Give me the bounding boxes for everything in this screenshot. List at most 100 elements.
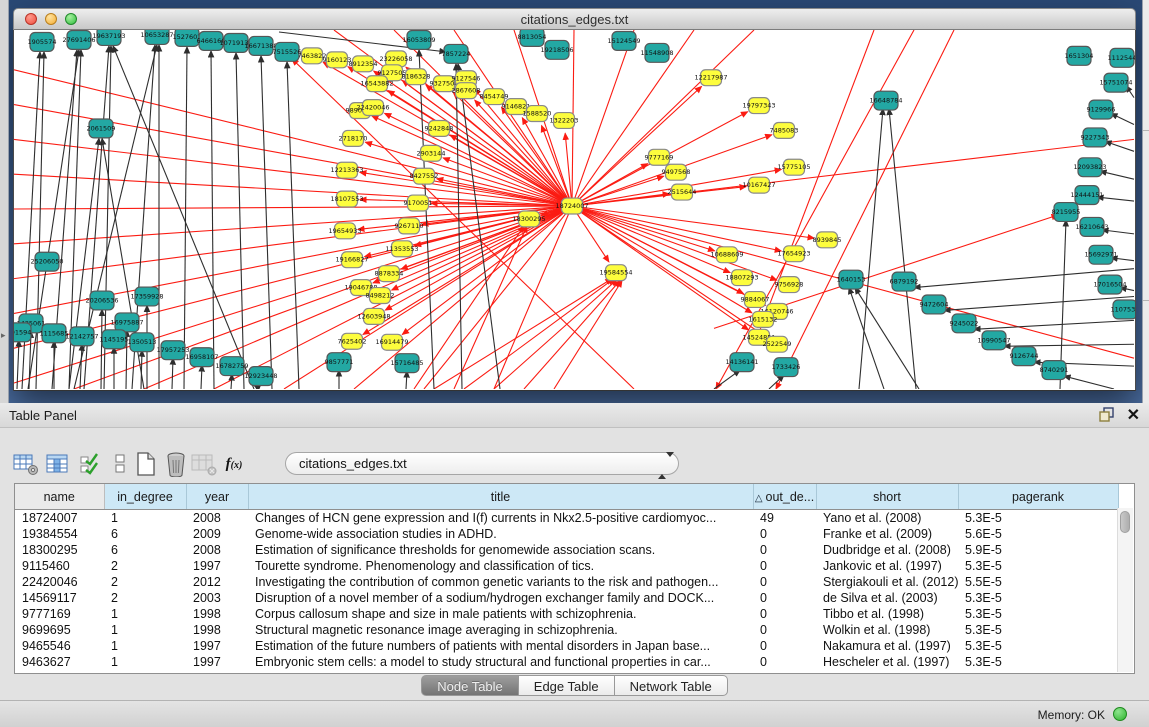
- table-cell[interactable]: Dudbridge et al. (2008): [816, 542, 958, 558]
- table-cell[interactable]: Yano et al. (2008): [816, 510, 958, 527]
- tab-edge-table[interactable]: Edge Table: [519, 675, 615, 696]
- table-row[interactable]: 1872400712008Changes of HCN gene express…: [15, 510, 1118, 527]
- table-cell[interactable]: Stergiakouli et al. (2012): [816, 574, 958, 590]
- table-cell[interactable]: 1998: [186, 606, 248, 622]
- table-cell[interactable]: 1: [104, 638, 186, 654]
- tab-node-table[interactable]: Node Table: [421, 675, 519, 696]
- table-row[interactable]: 1830029562008Estimation of significance …: [15, 542, 1118, 558]
- table-cell[interactable]: 5.3E-5: [958, 654, 1118, 670]
- table-cell[interactable]: 2012: [186, 574, 248, 590]
- column-header-name[interactable]: name: [15, 484, 104, 510]
- rows-icon[interactable]: [106, 450, 134, 478]
- table-cell[interactable]: 2003: [186, 590, 248, 606]
- network-graph-canvas[interactable]: 1872400723226058912750581863281654388298…: [13, 30, 1136, 391]
- table-cell[interactable]: Jankovic et al. (1997): [816, 558, 958, 574]
- table-cell[interactable]: 9463627: [15, 654, 104, 670]
- table-cell[interactable]: 9699695: [15, 622, 104, 638]
- new-table-icon[interactable]: [132, 450, 160, 478]
- table-cell[interactable]: Changes of HCN gene expression and I(f) …: [248, 510, 753, 527]
- table-cell[interactable]: Franke et al. (2009): [816, 526, 958, 542]
- table-cell[interactable]: Investigating the contribution of common…: [248, 574, 753, 590]
- table-cell[interactable]: 1: [104, 654, 186, 670]
- select-columns-icon[interactable]: [76, 450, 104, 478]
- column-header-short[interactable]: short: [816, 484, 958, 510]
- column-header-in_degree[interactable]: in_degree: [104, 484, 186, 510]
- left-panel-edge[interactable]: ▸: [0, 0, 9, 403]
- table-cell[interactable]: 6: [104, 526, 186, 542]
- table-cell[interactable]: 5.3E-5: [958, 510, 1118, 527]
- table-cell[interactable]: Embryonic stem cells: a model to study s…: [248, 654, 753, 670]
- table-cell[interactable]: 5.3E-5: [958, 590, 1118, 606]
- column-header-year[interactable]: year: [186, 484, 248, 510]
- table-cell[interactable]: Hescheler et al. (1997): [816, 654, 958, 670]
- table-cell[interactable]: 5.9E-5: [958, 542, 1118, 558]
- table-cell[interactable]: 5.6E-5: [958, 526, 1118, 542]
- network-view-window[interactable]: citations_edges.txt 18724007232260589127…: [13, 8, 1136, 391]
- table-cell[interactable]: 1: [104, 510, 186, 527]
- table-cell[interactable]: 1: [104, 622, 186, 638]
- table-cell[interactable]: 1997: [186, 654, 248, 670]
- table-cell[interactable]: Genome-wide association studies in ADHD.: [248, 526, 753, 542]
- table-cell[interactable]: 2009: [186, 526, 248, 542]
- table-cell[interactable]: 5.3E-5: [958, 638, 1118, 654]
- table-cell[interactable]: Structural magnetic resonance image aver…: [248, 622, 753, 638]
- table-row[interactable]: 2242004622012Investigating the contribut…: [15, 574, 1118, 590]
- table-cell[interactable]: 0: [753, 542, 816, 558]
- table-cell[interactable]: 0: [753, 558, 816, 574]
- network-window-titlebar[interactable]: citations_edges.txt: [13, 8, 1136, 30]
- table-cell[interactable]: 9115460: [15, 558, 104, 574]
- table-row[interactable]: 1938455462009Genome-wide association stu…: [15, 526, 1118, 542]
- table-cell[interactable]: 2008: [186, 510, 248, 527]
- table-cell[interactable]: 2: [104, 590, 186, 606]
- table-cell[interactable]: Estimation of the future numbers of pati…: [248, 638, 753, 654]
- table-cell[interactable]: Tibbo et al. (1998): [816, 606, 958, 622]
- table-cell[interactable]: 18300295: [15, 542, 104, 558]
- table-settings-icon[interactable]: [12, 450, 40, 478]
- table-cell[interactable]: 5.3E-5: [958, 622, 1118, 638]
- table-cell[interactable]: 5.3E-5: [958, 558, 1118, 574]
- table-row[interactable]: 946362711997Embryonic stem cells: a mode…: [15, 654, 1118, 670]
- table-cell[interactable]: 5.5E-5: [958, 574, 1118, 590]
- table-row[interactable]: 977716911998Corpus callosum shape and si…: [15, 606, 1118, 622]
- right-panel-edge[interactable]: [1142, 0, 1149, 403]
- table-cell[interactable]: 0: [753, 654, 816, 670]
- table-cell[interactable]: 0: [753, 622, 816, 638]
- table-selector-dropdown[interactable]: citations_edges.txt: [285, 452, 679, 475]
- table-row[interactable]: 946554611997Estimation of the future num…: [15, 638, 1118, 654]
- show-columns-icon[interactable]: [44, 450, 72, 478]
- function-builder-icon[interactable]: f(x): [220, 450, 248, 478]
- table-cell[interactable]: 14569117: [15, 590, 104, 606]
- column-header-pagerank[interactable]: pagerank: [958, 484, 1118, 510]
- float-window-icon[interactable]: [1099, 407, 1115, 423]
- table-cell[interactable]: de Silva et al. (2003): [816, 590, 958, 606]
- table-cell[interactable]: 1997: [186, 638, 248, 654]
- table-cell[interactable]: 22420046: [15, 574, 104, 590]
- table-cell[interactable]: 19384554: [15, 526, 104, 542]
- table-cell[interactable]: Corpus callosum shape and size in male p…: [248, 606, 753, 622]
- table-cell[interactable]: Disruption of a novel member of a sodium…: [248, 590, 753, 606]
- table-cell[interactable]: 2: [104, 574, 186, 590]
- table-cell[interactable]: 0: [753, 638, 816, 654]
- table-cell[interactable]: 5.3E-5: [958, 606, 1118, 622]
- table-cell[interactable]: 6: [104, 542, 186, 558]
- table-cell[interactable]: 0: [753, 574, 816, 590]
- delete-column-icon[interactable]: [190, 450, 218, 478]
- table-cell[interactable]: 0: [753, 590, 816, 606]
- table-cell[interactable]: 0: [753, 526, 816, 542]
- table-row[interactable]: 911546021997Tourette syndrome. Phenomeno…: [15, 558, 1118, 574]
- table-row[interactable]: 1456911722003Disruption of a novel membe…: [15, 590, 1118, 606]
- column-header-title[interactable]: title: [248, 484, 753, 510]
- table-cell[interactable]: 18724007: [15, 510, 104, 527]
- tab-network-table[interactable]: Network Table: [615, 675, 728, 696]
- table-cell[interactable]: 1998: [186, 622, 248, 638]
- table-cell[interactable]: Estimation of significance thresholds fo…: [248, 542, 753, 558]
- table-scrollbar[interactable]: [1117, 508, 1133, 672]
- citation-network-graph[interactable]: 1872400723226058912750581863281654388298…: [14, 30, 1135, 389]
- delete-table-icon[interactable]: [162, 450, 190, 478]
- table-cell[interactable]: 49: [753, 510, 816, 527]
- table-cell[interactable]: 2008: [186, 542, 248, 558]
- close-icon[interactable]: ✕: [1127, 405, 1140, 425]
- table-cell[interactable]: 2: [104, 558, 186, 574]
- table-panel-titlebar[interactable]: Table Panel ✕: [0, 403, 1149, 428]
- table-cell[interactable]: Nakamura et al. (1997): [816, 638, 958, 654]
